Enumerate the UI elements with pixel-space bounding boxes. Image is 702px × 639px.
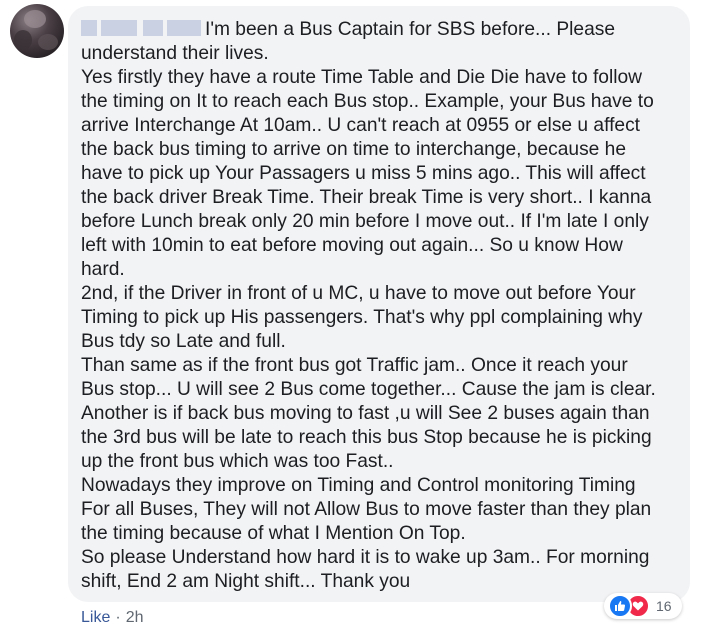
like-icon (608, 594, 632, 618)
timestamp[interactable]: 2h (126, 609, 144, 627)
comment-line: Yes firstly they have a route Time Table… (81, 67, 643, 88)
comment-line: understand their lives. (81, 43, 269, 64)
comment-line: I'm been a Bus Captain for SBS before...… (81, 18, 676, 42)
avatar[interactable] (10, 4, 64, 58)
like-link[interactable]: Like (81, 609, 110, 627)
reaction-count: 16 (656, 598, 672, 614)
comment-line: 2nd, if the Driver in front of u MC, u h… (81, 283, 636, 304)
comment-line: Bus stop... U will see 2 Bus come togeth… (81, 379, 656, 400)
comment-line: Nowadays they improve on Timing and Cont… (81, 475, 636, 496)
comment-line: Bus tdy so Late and full. (81, 331, 286, 352)
comment-line: Another is if back bus moving to fast ,u… (81, 403, 650, 424)
separator-dot: · (115, 609, 121, 626)
comment-line: up the front bus which was too Fast.. (81, 451, 394, 472)
comment-line: before Lunch break only 20 min before I … (81, 211, 649, 232)
comment-line: shift, End 2 am Night shift... Thank you (81, 571, 411, 592)
comment-line: the timing because of what I Mention On … (81, 523, 466, 544)
comment-line: Than same as if the front bus got Traffi… (81, 355, 628, 376)
comment-line: the timing on It to reach each Bus stop.… (81, 91, 654, 112)
reactions-summary[interactable]: 16 (604, 593, 682, 619)
commenter-name-redacted[interactable] (81, 18, 201, 38)
comment-line: have to pick up Your Passagers u miss 5 … (81, 163, 646, 184)
comment-line: the 3rd bus will be late to reach this b… (81, 427, 652, 448)
comment-footer: Like · 2h (81, 609, 143, 627)
comment-line: Timing to pick up His passengers. That's… (81, 307, 643, 328)
comment-bubble: I'm been a Bus Captain for SBS before...… (68, 6, 690, 602)
comment-line: For all Buses, They will not Allow Bus t… (81, 499, 652, 520)
comment-text: I'm been a Bus Captain for SBS before...… (81, 18, 676, 594)
comment-line: left with 10min to eat before moving out… (81, 235, 623, 256)
comment-line: hard. (81, 259, 125, 280)
comment-line: arrive Interchange At 10am.. U can't rea… (81, 115, 641, 136)
comment-line: So please Understand how hard it is to w… (81, 547, 650, 568)
comment-line: the back driver Break Time. Their break … (81, 187, 652, 208)
comment-line: the back bus timing to arrive on time to… (81, 139, 627, 160)
